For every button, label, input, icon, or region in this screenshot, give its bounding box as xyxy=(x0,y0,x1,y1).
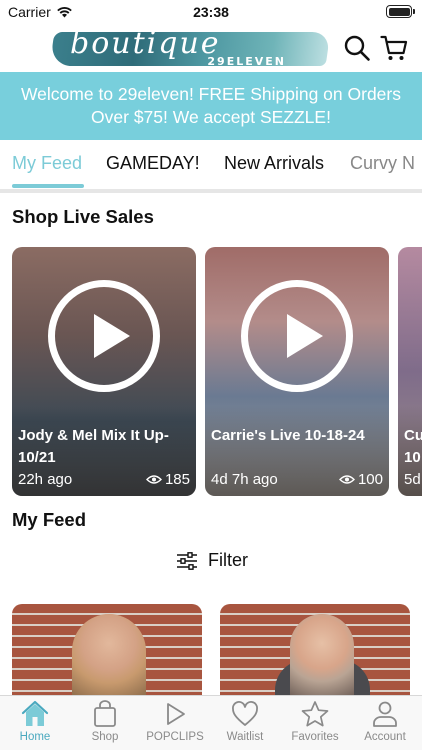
bottom-tab-bar: Home Shop POPCLIPS Waitlist Favorites Ac… xyxy=(0,695,422,750)
live-sale-view-count: 185 xyxy=(164,471,190,488)
app-header: boutique 29ELEVEN xyxy=(0,24,422,72)
live-sale-title: Jody & Mel Mix It Up- 10/21 xyxy=(18,427,169,466)
filter-sliders-icon xyxy=(177,551,197,570)
tab-home[interactable]: Home xyxy=(0,700,70,743)
live-sale-card[interactable]: Carrie's Live 10-18-24 4d 7h ago 100 xyxy=(205,247,389,496)
live-sales-heading: Shop Live Sales xyxy=(12,206,154,227)
product-photo xyxy=(290,614,354,696)
logo-script-text: boutique xyxy=(70,26,221,61)
live-sale-age: 4d 7h ago xyxy=(211,471,278,488)
live-sale-card[interactable]: Cu 10 5d xyxy=(398,247,422,496)
tab-shop[interactable]: Shop xyxy=(70,700,140,743)
my-feed-heading: My Feed xyxy=(12,509,87,530)
feed-item[interactable] xyxy=(12,604,202,696)
active-tab-indicator xyxy=(12,184,84,188)
tab-home-label: Home xyxy=(19,731,51,743)
play-icon[interactable] xyxy=(48,280,160,392)
person-icon xyxy=(373,701,397,727)
live-sale-views: 100 xyxy=(338,471,383,488)
tab-popclips[interactable]: POPCLIPS xyxy=(140,700,210,743)
tab-account-label: Account xyxy=(364,731,406,743)
live-sale-card[interactable]: Jody & Mel Mix It Up- 10/21 22h ago 185 xyxy=(12,247,196,496)
tab-waitlist[interactable]: Waitlist xyxy=(210,700,280,743)
tab-popclips-label: POPCLIPS xyxy=(146,731,204,743)
brand-logo[interactable]: boutique 29ELEVEN xyxy=(49,26,331,70)
logo-sub-text: 29ELEVEN xyxy=(207,55,286,68)
live-sale-age: 5d xyxy=(404,471,421,488)
promo-banner-line1: Welcome to 29eleven! FREE Shipping on Or… xyxy=(20,84,401,104)
eye-icon xyxy=(338,475,355,484)
home-icon xyxy=(21,700,49,726)
filter-button[interactable]: Filter xyxy=(176,550,248,571)
tab-waitlist-label: Waitlist xyxy=(226,731,264,743)
filter-label: Filter xyxy=(208,550,248,570)
status-bar: Carrier 23:38 xyxy=(0,0,422,24)
tab-account[interactable]: Account xyxy=(350,700,420,743)
promo-banner: Welcome to 29eleven! FREE Shipping on Or… xyxy=(0,72,422,140)
play-icon xyxy=(167,703,185,725)
tabs-divider xyxy=(0,189,422,193)
product-photo xyxy=(72,614,146,696)
tab-gameday[interactable]: GAMEDAY! xyxy=(106,153,200,174)
live-sale-view-count: 100 xyxy=(357,471,383,488)
tab-shop-label: Shop xyxy=(91,731,119,743)
live-sale-title: Cu 10 xyxy=(404,427,422,466)
live-sale-title: Carrie's Live 10-18-24 xyxy=(211,427,365,444)
promo-banner-line2: Over $75! We accept SEZZLE! xyxy=(91,107,331,127)
battery-icon xyxy=(386,5,415,18)
star-icon xyxy=(301,701,329,727)
play-icon[interactable] xyxy=(241,280,353,392)
feed-item[interactable] xyxy=(220,604,410,696)
eye-icon xyxy=(145,475,162,484)
tab-new-arrivals[interactable]: New Arrivals xyxy=(224,153,324,174)
live-sale-age: 22h ago xyxy=(18,471,73,488)
live-sale-views: 185 xyxy=(145,471,190,488)
category-tabs: My Feed GAMEDAY! New Arrivals Curvy N xyxy=(0,140,422,192)
tab-favorites-label: Favorites xyxy=(291,731,339,743)
tab-my-feed[interactable]: My Feed xyxy=(12,153,82,174)
heart-icon xyxy=(232,701,258,726)
tab-curvy[interactable]: Curvy N xyxy=(350,153,415,174)
bag-icon xyxy=(94,700,116,727)
search-icon[interactable] xyxy=(343,34,371,62)
tab-favorites[interactable]: Favorites xyxy=(280,700,350,743)
clock: 23:38 xyxy=(193,4,229,20)
cart-icon[interactable] xyxy=(380,34,408,62)
